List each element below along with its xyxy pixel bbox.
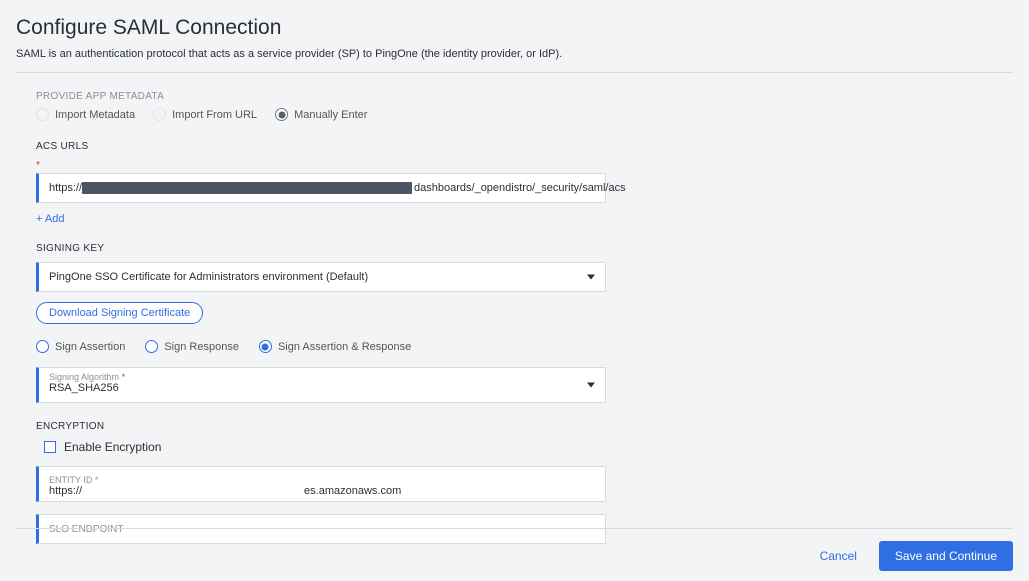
redacted-segment [82,182,412,194]
signing-key-label: SIGNING KEY [36,243,656,254]
radio-icon [36,340,49,353]
radio-icon [145,340,158,353]
divider [16,72,1013,73]
page-subtitle: SAML is an authentication protocol that … [16,48,1013,60]
field-label: Signing Algorithm * [49,372,595,382]
radio-selected-icon [259,340,272,353]
encryption-label: ENCRYPTION [36,421,656,432]
add-acs-url-button[interactable]: + Add [36,213,64,225]
signing-key-value: PingOne SSO Certificate for Administrato… [49,271,368,283]
chevron-down-icon [587,275,595,280]
download-signing-cert-button[interactable]: Download Signing Certificate [36,302,203,324]
save-continue-button[interactable]: Save and Continue [879,541,1013,571]
radio-label: Sign Response [164,341,239,353]
radio-manually-enter[interactable]: Manually Enter [275,108,367,121]
sign-mode-radio-group: Sign Assertion Sign Response Sign Assert… [36,340,656,353]
radio-sign-response[interactable]: Sign Response [145,340,239,353]
metadata-radio-group: Import Metadata Import From URL Manually… [36,108,656,121]
radio-sign-both[interactable]: Sign Assertion & Response [259,340,411,353]
entity-id-suffix: es.amazonaws.com [304,485,401,497]
acs-url-suffix: dashboards/_opendistro/_security/saml/ac… [414,182,626,194]
entity-id-input[interactable]: ENTITY ID * https:// es.amazonaws.com [36,466,606,502]
radio-label: Sign Assertion [55,341,125,353]
radio-sign-assertion[interactable]: Sign Assertion [36,340,125,353]
enable-encryption-checkbox[interactable]: Enable Encryption [36,440,656,454]
radio-import-from-url[interactable]: Import From URL [153,108,257,121]
radio-icon [153,108,166,121]
signing-algorithm-dropdown[interactable]: Signing Algorithm * RSA_SHA256 [36,367,606,403]
metadata-section-label: PROVIDE APP METADATA [36,91,656,102]
signing-algorithm-value: RSA_SHA256 [49,382,595,394]
acs-url-prefix: https:// [49,182,82,194]
required-mark: * [36,160,656,171]
chevron-down-icon [587,383,595,388]
acs-section-label: ACS URLS [36,141,656,152]
checkbox-icon [44,441,56,453]
acs-url-input[interactable]: https:// dashboards/_opendistro/_securit… [36,173,606,203]
page-title: Configure SAML Connection [16,16,1013,40]
radio-import-metadata[interactable]: Import Metadata [36,108,135,121]
field-label: ENTITY ID * [49,475,595,485]
radio-icon [36,108,49,121]
radio-label: Import From URL [172,109,257,121]
signing-key-dropdown[interactable]: PingOne SSO Certificate for Administrato… [36,262,606,292]
checkbox-label: Enable Encryption [64,440,161,454]
radio-label: Manually Enter [294,109,367,121]
radio-label: Import Metadata [55,109,135,121]
entity-id-prefix: https:// [49,485,82,497]
radio-selected-icon [275,108,288,121]
radio-label: Sign Assertion & Response [278,341,411,353]
cancel-button[interactable]: Cancel [814,548,863,564]
